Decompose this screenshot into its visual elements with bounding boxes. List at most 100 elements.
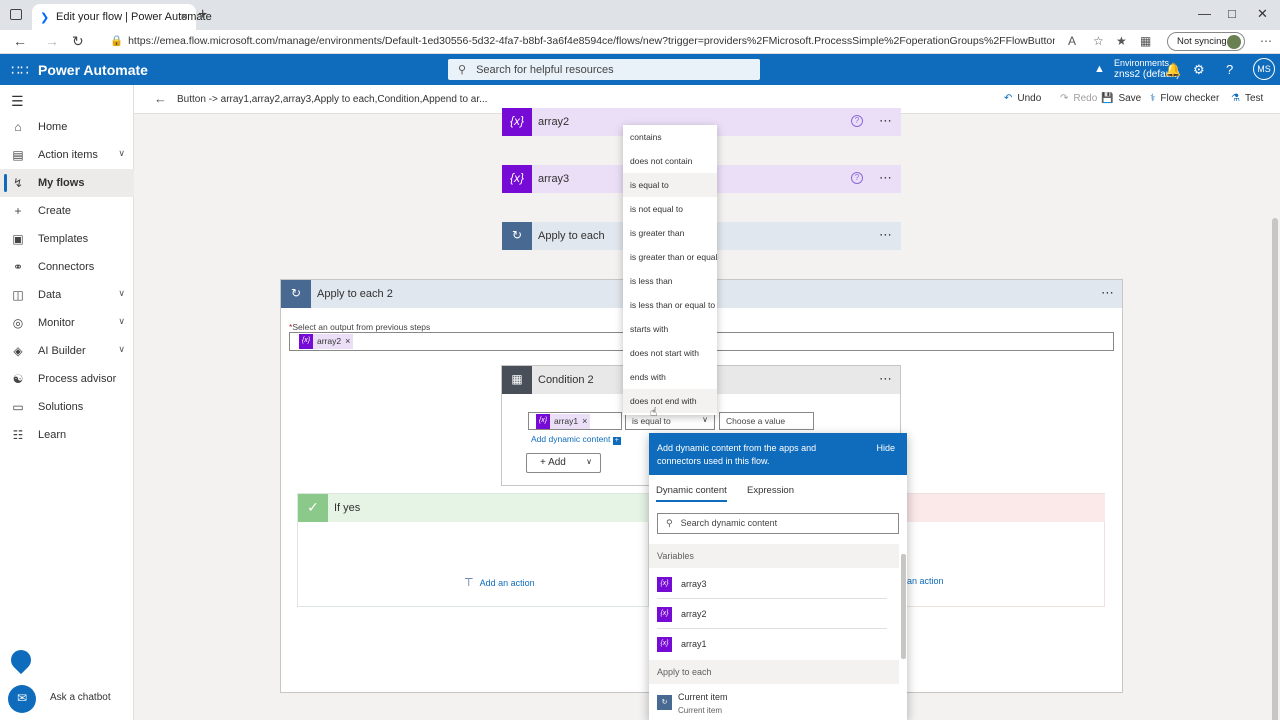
settings-gear-icon[interactable]: ⚙	[1193, 62, 1205, 78]
help-icon[interactable]: ?	[851, 172, 863, 184]
tab-expression[interactable]: Expression	[747, 485, 794, 496]
more-options-icon[interactable]: ⋯	[879, 371, 892, 387]
if-no-header[interactable]	[907, 494, 1105, 522]
dynamic-item-current-item[interactable]: ↻ Current item Current item	[649, 687, 899, 720]
dynamic-content-search-input[interactable]: ⚲ Search dynamic content	[657, 513, 899, 534]
operator-option[interactable]: does not end with	[623, 389, 717, 413]
nav-data[interactable]: ◫ Data ∨	[0, 281, 134, 309]
back-icon[interactable]: ←	[13, 33, 27, 49]
hide-button[interactable]: Hide	[876, 443, 895, 453]
array2-token[interactable]: {x} array2 ×	[299, 334, 354, 349]
dynamic-item-array1[interactable]: {x} array1	[649, 629, 899, 659]
power-automate-favicon-icon: ❯	[40, 12, 50, 24]
browser-tab[interactable]: ❯ Edit your flow | Power Automate ×	[32, 4, 212, 30]
operator-option[interactable]: is greater than or equal to	[623, 245, 717, 269]
array1-token[interactable]: {x} array1 ×	[536, 414, 591, 429]
flow-checker-button[interactable]: ⚕ Flow checker	[1150, 93, 1219, 104]
nav-my-flows[interactable]: ↯ My flows	[0, 169, 134, 197]
undo-icon: ↶	[1004, 93, 1013, 104]
nav-action-items[interactable]: ▤ Action items ∨	[0, 141, 134, 169]
notifications-icon[interactable]: 🔔	[1165, 62, 1181, 78]
extensions-icon[interactable]: ▦	[1140, 34, 1151, 48]
if-yes-header[interactable]: ✓ If yes	[298, 494, 649, 522]
window-menu-icon[interactable]	[10, 9, 22, 20]
tab-close-icon[interactable]: ×	[180, 9, 188, 24]
scrollbar-thumb[interactable]	[1272, 218, 1278, 720]
scrollbar-thumb[interactable]	[901, 554, 906, 659]
more-options-icon[interactable]: ⋯	[879, 113, 893, 129]
nav-templates[interactable]: ▣ Templates	[0, 225, 134, 253]
nav-learn[interactable]: ☷ Learn	[0, 421, 134, 449]
sync-status-button[interactable]: Not syncing	[1167, 32, 1245, 51]
operator-option[interactable]: does not start with	[623, 341, 717, 365]
clipboard-icon: ▤	[12, 148, 24, 162]
url-field[interactable]: 🔒 https://emea.flow.microsoft.com/manage/…	[110, 34, 1055, 47]
operator-option[interactable]: does not contain	[623, 149, 717, 173]
resource-search-input[interactable]: ⚲ Search for helpful resources	[448, 59, 760, 80]
undo-button[interactable]: ↶ Undo	[1004, 93, 1041, 104]
forward-icon[interactable]: →	[45, 33, 59, 49]
book-icon: ☷	[12, 428, 24, 442]
select-output-label: *Select an output from previous steps	[289, 322, 431, 332]
dynamic-item-array3[interactable]: {x} array3	[649, 569, 899, 599]
nav-monitor[interactable]: ◎ Monitor ∨	[0, 309, 134, 337]
operator-option[interactable]: starts with	[623, 317, 717, 341]
operator-option[interactable]: is greater than	[623, 221, 717, 245]
nav-solutions[interactable]: ▭ Solutions	[0, 393, 134, 421]
test-button[interactable]: ⚗ Test	[1231, 93, 1263, 104]
condition-right-operand[interactable]: Choose a value	[719, 412, 814, 430]
refresh-icon[interactable]: ↻	[72, 33, 84, 50]
ai-builder-icon: ◈	[13, 344, 23, 358]
variable-icon: {x}	[502, 165, 532, 193]
mouse-cursor-icon: ☝	[650, 405, 658, 419]
read-aloud-icon[interactable]: A	[1068, 34, 1076, 48]
add-an-action-yes[interactable]: ⊤ Add an action	[464, 576, 535, 589]
operator-option[interactable]: is not equal to	[623, 197, 717, 221]
condition-left-operand[interactable]: {x} array1 ×	[528, 412, 622, 430]
nav-connectors[interactable]: ⚭ Connectors	[0, 253, 134, 281]
operator-option[interactable]: ends with	[623, 365, 717, 389]
chatbot-label[interactable]: Ask a chatbot	[50, 692, 111, 703]
new-tab-icon[interactable]: +	[198, 6, 207, 24]
profile-avatar	[1227, 35, 1241, 49]
more-options-icon[interactable]: ⋯	[879, 170, 893, 186]
variable-icon: {x}	[536, 414, 550, 429]
save-icon: 💾	[1101, 93, 1114, 104]
dynamic-content-scrollbar[interactable]	[899, 544, 907, 720]
tab-dynamic-content[interactable]: Dynamic content	[656, 485, 727, 502]
save-button[interactable]: 💾 Save	[1101, 93, 1141, 104]
condition-add-button[interactable]: + Add ∨	[526, 453, 601, 473]
hamburger-menu-icon[interactable]: ☰	[11, 93, 24, 110]
add-dynamic-content-link[interactable]: Add dynamic content +	[531, 434, 621, 445]
operator-option[interactable]: is less than or equal to	[623, 293, 717, 317]
more-options-icon[interactable]: ⋯	[879, 227, 893, 243]
nav-home[interactable]: ⌂ Home	[0, 113, 134, 141]
flow-breadcrumb: Button -> array1,array2,array3,Apply to …	[177, 94, 488, 105]
app-name[interactable]: Power Automate	[38, 62, 148, 78]
nav-ai-builder[interactable]: ◈ AI Builder ∨	[0, 337, 134, 365]
chatbot-icon[interactable]: ✉	[8, 685, 36, 713]
add-an-action-no[interactable]: an action	[907, 576, 944, 586]
dynamic-item-array2[interactable]: {x} array2	[649, 599, 899, 629]
operator-option[interactable]: is equal to	[623, 173, 717, 197]
help-icon[interactable]: ?	[851, 115, 863, 127]
minimize-icon[interactable]: —	[1198, 6, 1211, 21]
waffle-icon[interactable]: ∷∷	[11, 62, 29, 79]
nav-create[interactable]: + Create	[0, 197, 134, 225]
remove-token-icon[interactable]: ×	[345, 334, 350, 346]
more-options-icon[interactable]: ⋯	[1101, 285, 1114, 301]
maximize-icon[interactable]: □	[1228, 6, 1236, 21]
nav-process-advisor[interactable]: ☯ Process advisor	[0, 365, 134, 393]
operator-option[interactable]: is less than	[623, 269, 717, 293]
window-close-icon[interactable]: ✕	[1257, 6, 1268, 22]
collections-icon[interactable]: ★	[1116, 34, 1127, 48]
user-avatar[interactable]: MS	[1253, 58, 1275, 80]
help-icon[interactable]: ?	[1226, 62, 1233, 77]
canvas-scrollbar[interactable]	[1270, 114, 1280, 720]
operator-option[interactable]: contains	[623, 125, 717, 149]
redo-button[interactable]: ↷ Redo	[1060, 93, 1097, 104]
remove-token-icon[interactable]: ×	[582, 414, 587, 426]
favorite-icon[interactable]: ☆	[1093, 34, 1104, 48]
back-arrow-icon[interactable]: ←	[154, 91, 167, 106]
browser-menu-icon[interactable]: ⋯	[1260, 34, 1272, 48]
